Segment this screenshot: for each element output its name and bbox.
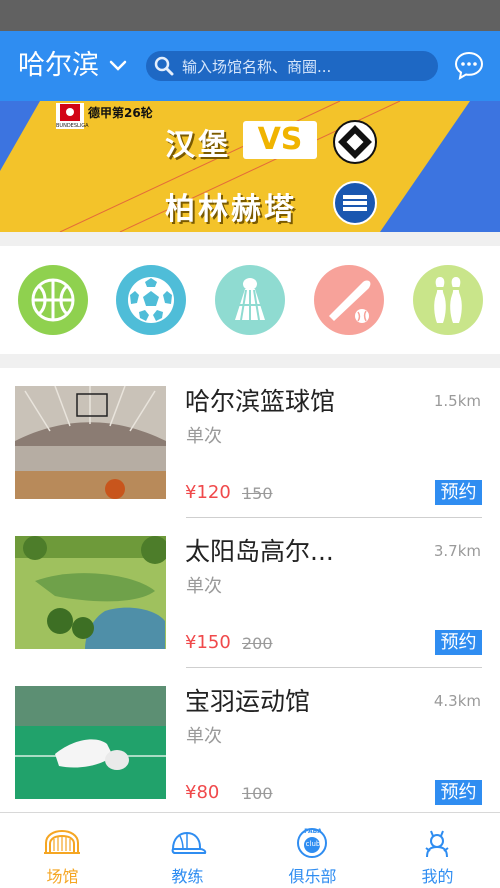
status-bar — [0, 0, 500, 31]
tab-label: 我的 — [421, 867, 454, 886]
tab-venues[interactable]: 场馆 — [0, 813, 125, 888]
book-button[interactable]: 预约 — [435, 480, 482, 505]
tab-coach[interactable]: 教练 — [125, 813, 250, 888]
venue-name: 宝羽运动馆 — [185, 687, 311, 716]
club-badge-text: club — [305, 840, 321, 848]
book-button[interactable]: 预约 — [435, 780, 482, 805]
venue-thumbnail — [15, 686, 166, 799]
venue-distance: 1.5km — [433, 392, 481, 410]
city-label: 哈尔滨 — [18, 50, 99, 81]
search-icon — [154, 56, 174, 76]
team1-name: 汉堡 — [165, 128, 231, 163]
badminton-icon — [235, 278, 265, 321]
venue-original-price: 200 — [242, 634, 273, 653]
search-input[interactable]: 输入场馆名称、商圈... — [146, 51, 438, 81]
vs-label: VS — [243, 121, 317, 159]
venue-thumbnail — [15, 536, 166, 649]
team2-name: 柏林赫塔 — [165, 192, 297, 227]
venue-price: ¥120 — [185, 482, 231, 503]
venue-distance: 4.3km — [433, 692, 481, 710]
venue-thumbnail — [15, 386, 166, 499]
tab-label: 场馆 — [46, 867, 79, 886]
category-bowling[interactable] — [413, 265, 483, 335]
stadium-icon — [44, 829, 80, 854]
cap-icon — [171, 831, 207, 854]
round-label: 德甲第26轮 — [88, 106, 153, 120]
category-row — [0, 246, 500, 354]
profile-icon — [425, 830, 449, 858]
list-item[interactable]: 哈尔滨篮球馆 1.5km 单次 ¥120 150 预约 — [0, 368, 500, 518]
tab-label: 教练 — [171, 867, 204, 886]
baseball-icon — [329, 280, 371, 323]
venue-original-price: 150 — [242, 484, 273, 503]
bowling-icon — [434, 277, 462, 323]
league-logo: BUNDESLIGA — [56, 123, 89, 129]
list-item[interactable]: 太阳岛高尔... 3.7km 单次 ¥150 200 预约 — [0, 518, 500, 668]
venue-name: 太阳岛高尔... — [185, 537, 334, 566]
venue-type: 单次 — [186, 726, 222, 747]
venue-type: 单次 — [186, 576, 222, 597]
tab-club[interactable]: PABA club 俱乐部 — [250, 813, 375, 888]
category-football[interactable] — [116, 265, 186, 335]
bottom-tab-bar: 场馆 教练 PABA club 俱乐部 我的 — [0, 812, 500, 888]
venue-distance: 3.7km — [433, 542, 481, 560]
tab-mine[interactable]: 我的 — [375, 813, 500, 888]
venue-price: ¥80 — [185, 782, 220, 803]
category-badminton[interactable] — [215, 265, 285, 335]
city-selector[interactable]: 哈尔滨 — [18, 48, 127, 84]
search-placeholder: 输入场馆名称、商圈... — [182, 57, 332, 76]
message-icon[interactable] — [454, 50, 484, 80]
tab-label: 俱乐部 — [288, 867, 337, 886]
book-button[interactable]: 预约 — [435, 630, 482, 655]
venue-list: 哈尔滨篮球馆 1.5km 单次 ¥120 150 预约 太阳岛高尔... 3.7… — [0, 368, 500, 813]
football-icon — [128, 277, 174, 323]
basketball-icon — [31, 278, 75, 322]
category-basketball[interactable] — [18, 265, 88, 335]
venue-price: ¥150 — [185, 632, 231, 653]
list-item[interactable]: 宝羽运动馆 4.3km 单次 ¥80 100 预约 — [0, 668, 500, 818]
venue-type: 单次 — [186, 426, 222, 447]
club-badge-top-text: PABA — [304, 828, 322, 835]
category-baseball[interactable] — [314, 265, 384, 335]
chevron-down-icon — [109, 60, 127, 71]
venue-original-price: 100 — [242, 784, 273, 803]
header: 哈尔滨 输入场馆名称、商圈... — [0, 31, 500, 101]
promo-banner[interactable]: BUNDESLIGA 德甲第26轮 汉堡 VS 柏林赫塔 — [0, 101, 500, 232]
venue-name: 哈尔滨篮球馆 — [185, 387, 336, 416]
